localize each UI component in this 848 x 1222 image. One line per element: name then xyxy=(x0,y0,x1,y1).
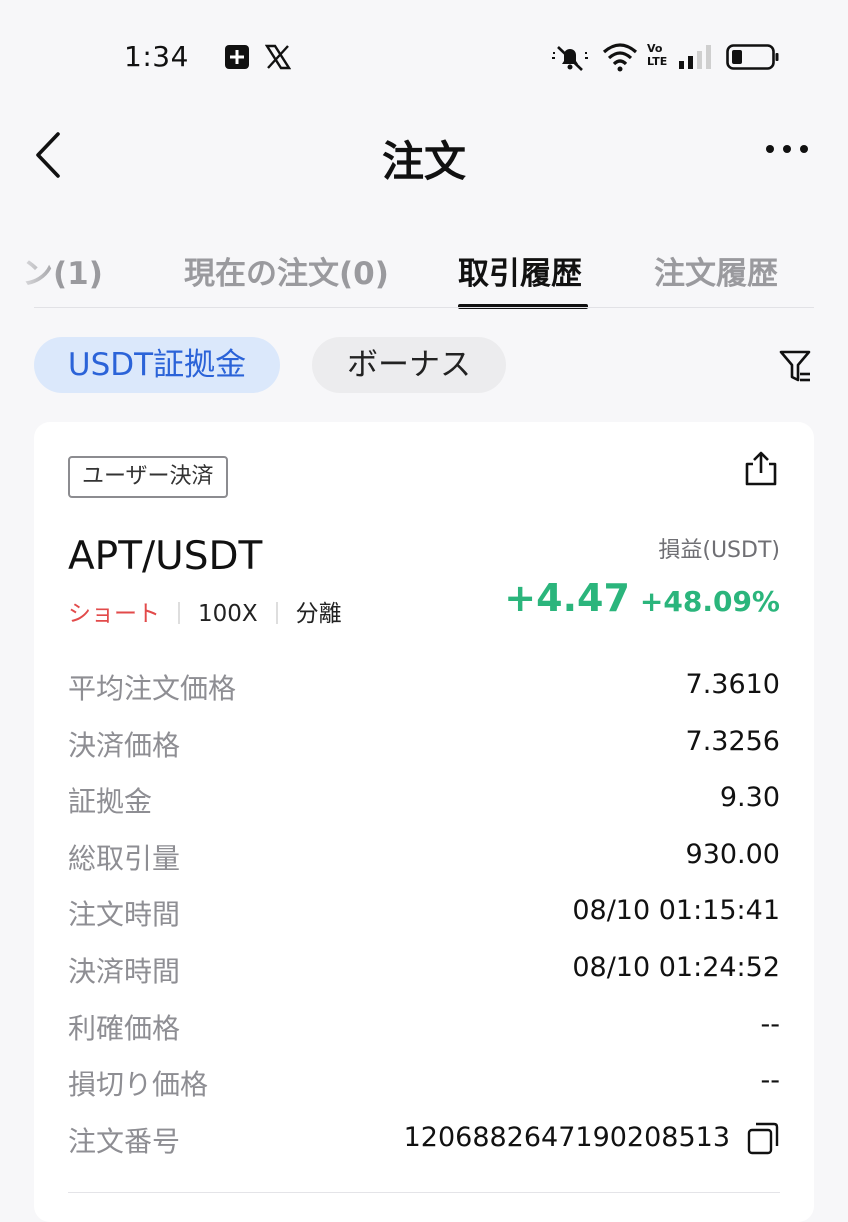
detail-label: 平均注文価格 xyxy=(68,672,237,705)
detail-label: 決済時間 xyxy=(68,954,181,988)
more-dots-icon[interactable] xyxy=(764,142,810,156)
tab-bar: ン(1) 現在の注文(0) 取引履歴 注文履歴 xyxy=(0,238,848,310)
trade-card: ユーザー決済 APT/USDT ショート 100X 分離 損益(USDT) +4.4… xyxy=(34,422,814,1222)
pnl-values: +4.47 +48.09% xyxy=(504,576,780,620)
filter-icon[interactable] xyxy=(778,348,812,384)
volte-icon: Vo LTE xyxy=(647,42,671,72)
order-id-value: 1206882647190208513 xyxy=(403,1121,730,1153)
detail-label: 利確価格 xyxy=(68,1011,181,1045)
detail-label: 証拠金 xyxy=(68,785,153,819)
detail-value: -- xyxy=(760,1008,781,1040)
tab-open-orders[interactable]: 現在の注文(0) xyxy=(184,248,389,293)
detail-value: 7.3256 xyxy=(685,725,780,757)
detail-row-volume: 総取引量 930.00 xyxy=(68,837,780,894)
tab-fade xyxy=(0,238,60,310)
detail-label: 総取引量 xyxy=(68,841,181,875)
pnl-label: 損益(USDT) xyxy=(658,538,780,563)
position-meta: ショート 100X 分離 xyxy=(68,594,342,628)
detail-label: 決済価格 xyxy=(68,728,181,762)
tab-order-history[interactable]: 注文履歴 xyxy=(654,248,778,293)
meta-separator xyxy=(275,602,278,624)
muted-bell-icon xyxy=(552,46,588,71)
trade-details: 平均注文価格 7.3610 決済価格 7.3256 証拠金 9.30 総取引量 … xyxy=(68,667,780,1176)
detail-value: 930.00 xyxy=(685,838,780,870)
detail-value: 7.3610 xyxy=(685,669,780,700)
copy-icon[interactable] xyxy=(746,1120,780,1156)
position-side: ショート xyxy=(68,601,160,627)
detail-row-close-time: 決済時間 08/10 01:24:52 xyxy=(68,950,780,1007)
battery-icon xyxy=(726,44,779,70)
chip-usdt-margin[interactable]: USDT証拠金 xyxy=(34,337,280,393)
detail-row-take-profit: 利確価格 -- xyxy=(68,1007,780,1064)
pnl-amount: +4.47 xyxy=(504,576,630,620)
chip-bonus[interactable]: ボーナス xyxy=(312,337,506,393)
detail-row-close-price: 決済価格 7.3256 xyxy=(68,724,780,781)
detail-value: 08/10 01:24:52 xyxy=(572,951,780,983)
card-divider xyxy=(68,1192,780,1193)
detail-value: 9.30 xyxy=(719,782,780,814)
page-title: 注文 xyxy=(381,137,466,186)
detail-label: 注文時間 xyxy=(68,898,181,932)
status-bar: 1:34 Vo LTE xyxy=(0,0,848,110)
plus-square-icon xyxy=(225,45,249,69)
wifi-icon xyxy=(602,43,638,72)
detail-row-stop-loss: 損切り価格 -- xyxy=(68,1063,780,1120)
status-time: 1:34 xyxy=(124,40,189,73)
leverage: 100X xyxy=(198,601,258,627)
pnl-percent: +48.09% xyxy=(639,585,780,618)
detail-value: 08/10 01:15:41 xyxy=(572,895,780,927)
volte-bottom-text: LTE xyxy=(647,55,668,68)
detail-row-margin: 証拠金 9.30 xyxy=(68,780,780,837)
detail-value: -- xyxy=(760,1065,781,1097)
detail-row-order-time: 注文時間 08/10 01:15:41 xyxy=(68,893,780,950)
volte-top-text: Vo xyxy=(647,42,663,55)
close-type-tag: ユーザー決済 xyxy=(68,456,228,498)
trading-pair: APT/USDT xyxy=(68,534,263,579)
detail-label: 注文番号 xyxy=(68,1124,181,1158)
signal-icon xyxy=(679,45,711,69)
detail-row-avg-price: 平均注文価格 7.3610 xyxy=(68,667,780,724)
detail-row-order-id: 注文番号 1206882647190208513 xyxy=(68,1120,780,1177)
tab-trade-history[interactable]: 取引履歴 xyxy=(458,248,582,293)
margin-mode: 分離 xyxy=(295,601,342,627)
header: 注文 xyxy=(0,110,848,200)
meta-separator xyxy=(178,602,180,624)
x-logo-icon xyxy=(265,44,291,70)
detail-label: 損切り価格 xyxy=(68,1068,209,1102)
share-icon[interactable] xyxy=(744,450,778,486)
tabs-divider xyxy=(34,307,814,308)
